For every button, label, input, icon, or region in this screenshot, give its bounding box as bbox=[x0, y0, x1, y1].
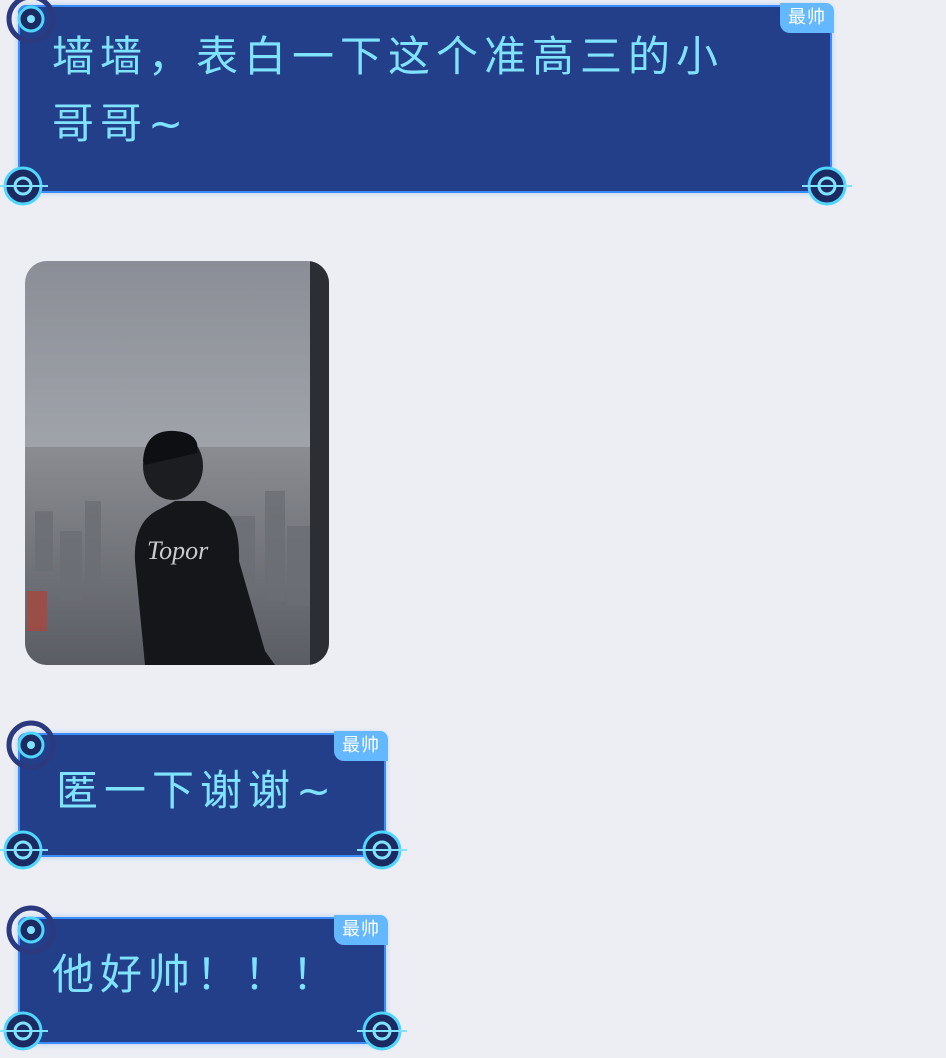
photo-message[interactable]: Topor bbox=[25, 261, 329, 665]
bubble-tag-1: 最帅 bbox=[780, 3, 834, 33]
message-bubble-1[interactable]: 墙墙，表白一下这个准高三的小 哥哥~ 最帅 bbox=[18, 3, 834, 193]
chat-screen: { "messages": [ { "text": "墙墙，表白一下这个准高三的… bbox=[0, 0, 946, 1058]
message-text-2: 匿一下谢谢~ bbox=[56, 766, 338, 815]
message-text-3: 他好帅！！！ bbox=[52, 950, 341, 999]
photo-image: Topor bbox=[25, 261, 329, 665]
message-bubble-2[interactable]: 匿一下谢谢~ 最帅 bbox=[18, 731, 388, 857]
message-bubble-3[interactable]: 他好帅！！！ 最帅 bbox=[18, 915, 388, 1044]
bubble-tag-2: 最帅 bbox=[334, 731, 388, 761]
bubble-tag-3: 最帅 bbox=[334, 915, 388, 945]
message-text-1: 墙墙，表白一下这个准高三的小 哥哥~ bbox=[52, 32, 725, 149]
shirt-print: Topor bbox=[147, 536, 209, 565]
window-frame bbox=[310, 261, 329, 665]
